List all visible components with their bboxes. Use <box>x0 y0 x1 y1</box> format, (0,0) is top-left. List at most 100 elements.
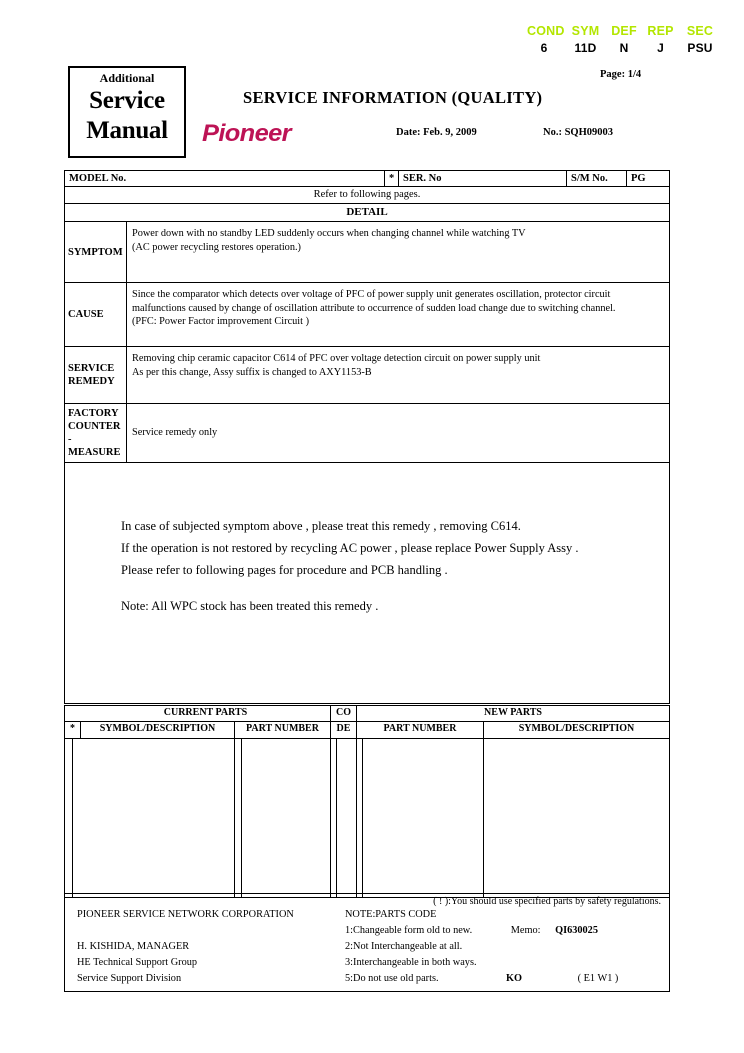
symptom-label: SYMPTOM <box>65 222 127 282</box>
pg-label: PG <box>631 173 646 184</box>
factory-label-line-1: FACTORY <box>68 408 119 419</box>
cause-label-text: CAUSE <box>68 309 104 320</box>
symptom-line-1: Power down with no standby LED suddenly … <box>132 228 526 239</box>
code-label-cond: COND <box>527 24 565 38</box>
parts-star-marker: * <box>65 722 81 738</box>
code-value-rep: J <box>657 41 664 55</box>
footer-company-gap <box>77 923 345 939</box>
footer-manager: H. KISHIDA, MANAGER <box>77 941 190 952</box>
instruction-block-row: In case of subjected symptom above , ple… <box>65 463 669 703</box>
ser-no-label: SER. No <box>399 171 567 186</box>
code-value-def: N <box>619 41 629 55</box>
masthead-box: Additional Service Manual <box>68 66 186 158</box>
service-remedy-label-line-2: REMEDY <box>68 376 115 387</box>
parts-table-body <box>65 739 669 897</box>
service-remedy-line-2: As per this change, Assy suffix is chang… <box>132 366 372 378</box>
footer-columns: PIONEER SERVICE NETWORK CORPORATION H. K… <box>65 907 669 987</box>
factory-label-line-3: -MEASURE <box>68 434 121 458</box>
instruction-line-1: In case of subjected symptom above , ple… <box>121 519 521 533</box>
detail-header: DETAIL <box>65 204 669 222</box>
parts-body-current-part-number-cell[interactable] <box>242 739 331 897</box>
footer-ko: KO <box>505 973 523 984</box>
footer-notes-column: NOTE:PARTS CODE 1:Changeable form old to… <box>345 907 669 987</box>
footer-note-5: 5:Do not use old parts. <box>345 973 439 984</box>
instruction-gap <box>121 581 579 595</box>
current-part-number-header: PART NUMBER <box>235 722 331 738</box>
code-header-line-1: CO <box>331 706 357 721</box>
parts-body-new-part-number-cell[interactable] <box>363 739 484 897</box>
factory-label-line-2: COUNTER <box>68 421 121 432</box>
symptom-content: Power down with no standby LED suddenly … <box>127 222 669 282</box>
information-table: MODEL No. * SER. No S/M No. PG Refer to … <box>64 170 670 704</box>
code-label-sec: SEC <box>686 24 714 38</box>
cause-line-2: malfunctions caused by change of oscilla… <box>132 302 616 314</box>
factory-countermeasure-row: FACTORY COUNTER -MEASURE Service remedy … <box>65 404 669 463</box>
masthead-manual: Manual <box>86 117 168 144</box>
parts-table-sub-header: * SYMBOL/DESCRIPTION PART NUMBER DE PART… <box>65 722 669 739</box>
code-value-cond: 6 <box>540 41 548 55</box>
service-remedy-label-line-1: SERVICE <box>68 363 115 374</box>
code-label-rep: REP <box>647 24 674 38</box>
new-symbol-description-header: SYMBOL/DESCRIPTION <box>518 723 635 734</box>
current-symbol-description-header: SYMBOL/DESCRIPTION <box>81 722 235 738</box>
sm-no-label: S/M No. <box>567 171 627 186</box>
service-remedy-line-1: Removing chip ceramic capacitor C614 of … <box>132 353 541 364</box>
factory-countermeasure-content: Service remedy only <box>132 427 218 438</box>
current-parts-header: CURRENT PARTS <box>81 706 331 721</box>
footer-note-5-row: 5:Do not use old parts. KO ( E1 W1 ) <box>345 971 669 987</box>
footer-region: ( E1 W1 ) <box>577 973 619 984</box>
document-number: No.: SQH09003 <box>543 127 614 138</box>
footer-note-3: 3:Interchangeable in both ways. <box>345 957 477 968</box>
parts-body-current-symbol-cell[interactable] <box>81 739 235 897</box>
model-no-label: MODEL No. <box>65 171 385 186</box>
page-title: SERVICE INFORMATION (QUALITY) <box>243 88 543 107</box>
model-header-row: MODEL No. * SER. No S/M No. PG <box>65 171 669 187</box>
code-label-sym: SYM <box>571 24 600 38</box>
code-value-sec: PSU <box>687 41 713 55</box>
masthead-service: Service <box>89 87 165 114</box>
new-parts-header: NEW PARTS <box>484 707 542 718</box>
footer-memo-value: QI630025 <box>555 925 598 936</box>
footer: ( ! ):You should use specified parts by … <box>64 893 670 992</box>
footer-memo-label: Memo: <box>510 925 541 936</box>
symptom-row: SYMPTOM Power down with no standby LED s… <box>65 222 669 283</box>
parts-body-new-symbol-cell[interactable] <box>484 739 669 897</box>
code-strip: COND SYM DEF REP SEC 6 11D N J PSU <box>527 24 717 55</box>
instruction-note: Note: All WPC stock has been treated thi… <box>121 599 379 613</box>
service-remedy-label: SERVICE REMEDY <box>65 347 127 403</box>
footer-note-title: NOTE:PARTS CODE <box>345 909 437 920</box>
service-remedy-row: SERVICE REMEDY Removing chip ceramic cap… <box>65 347 669 404</box>
code-strip-values: 6 11D N J PSU <box>527 41 717 55</box>
service-manual-page: COND SYM DEF REP SEC 6 11D N J PSU Page:… <box>0 0 744 1053</box>
parts-body-code-cell[interactable] <box>337 739 357 897</box>
symptom-line-2: (AC power recycling restores operation.) <box>132 241 301 253</box>
new-part-number-header: PART NUMBER <box>357 722 484 738</box>
cause-row: CAUSE Since the comparator which detects… <box>65 283 669 347</box>
masthead-additional: Additional <box>99 71 155 85</box>
parts-body-star-gap <box>73 739 81 897</box>
safety-note: ( ! ):You should use specified parts by … <box>433 896 661 907</box>
pioneer-logo: Pioneer <box>202 120 292 147</box>
code-strip-labels: COND SYM DEF REP SEC <box>527 24 717 38</box>
parts-body-divider-1 <box>235 739 242 897</box>
factory-countermeasure-label: FACTORY COUNTER -MEASURE <box>65 404 127 462</box>
cause-content: Since the comparator which detects over … <box>127 283 669 346</box>
footer-group: HE Technical Support Group <box>77 957 198 968</box>
footer-division: Service Support Division <box>77 973 182 984</box>
star-marker: * <box>385 171 399 186</box>
code-header-line-2: DE <box>331 722 357 738</box>
instruction-block: In case of subjected symptom above , ple… <box>65 463 579 703</box>
service-remedy-content: Removing chip ceramic capacitor C614 of … <box>127 347 669 403</box>
footer-company: PIONEER SERVICE NETWORK CORPORATION <box>77 909 294 920</box>
page-number: Page: 1/4 <box>600 69 642 80</box>
instruction-line-3: Please refer to following pages for proc… <box>121 563 448 577</box>
parts-body-star-column[interactable] <box>65 739 73 897</box>
cause-line-3: (PFC: Power Factor improvement Circuit ) <box>132 316 310 327</box>
parts-table: CURRENT PARTS CO NEW PARTS * SYMBOL/DESC… <box>64 705 670 898</box>
cause-line-1: Since the comparator which detects over … <box>132 289 611 300</box>
cause-label: CAUSE <box>65 283 127 346</box>
symptom-label-text: SYMPTOM <box>68 246 123 258</box>
parts-table-group-header: CURRENT PARTS CO NEW PARTS <box>65 706 669 722</box>
footer-note-1: 1:Changeable form old to new. <box>345 925 473 936</box>
code-value-sym: 11D <box>574 41 597 55</box>
